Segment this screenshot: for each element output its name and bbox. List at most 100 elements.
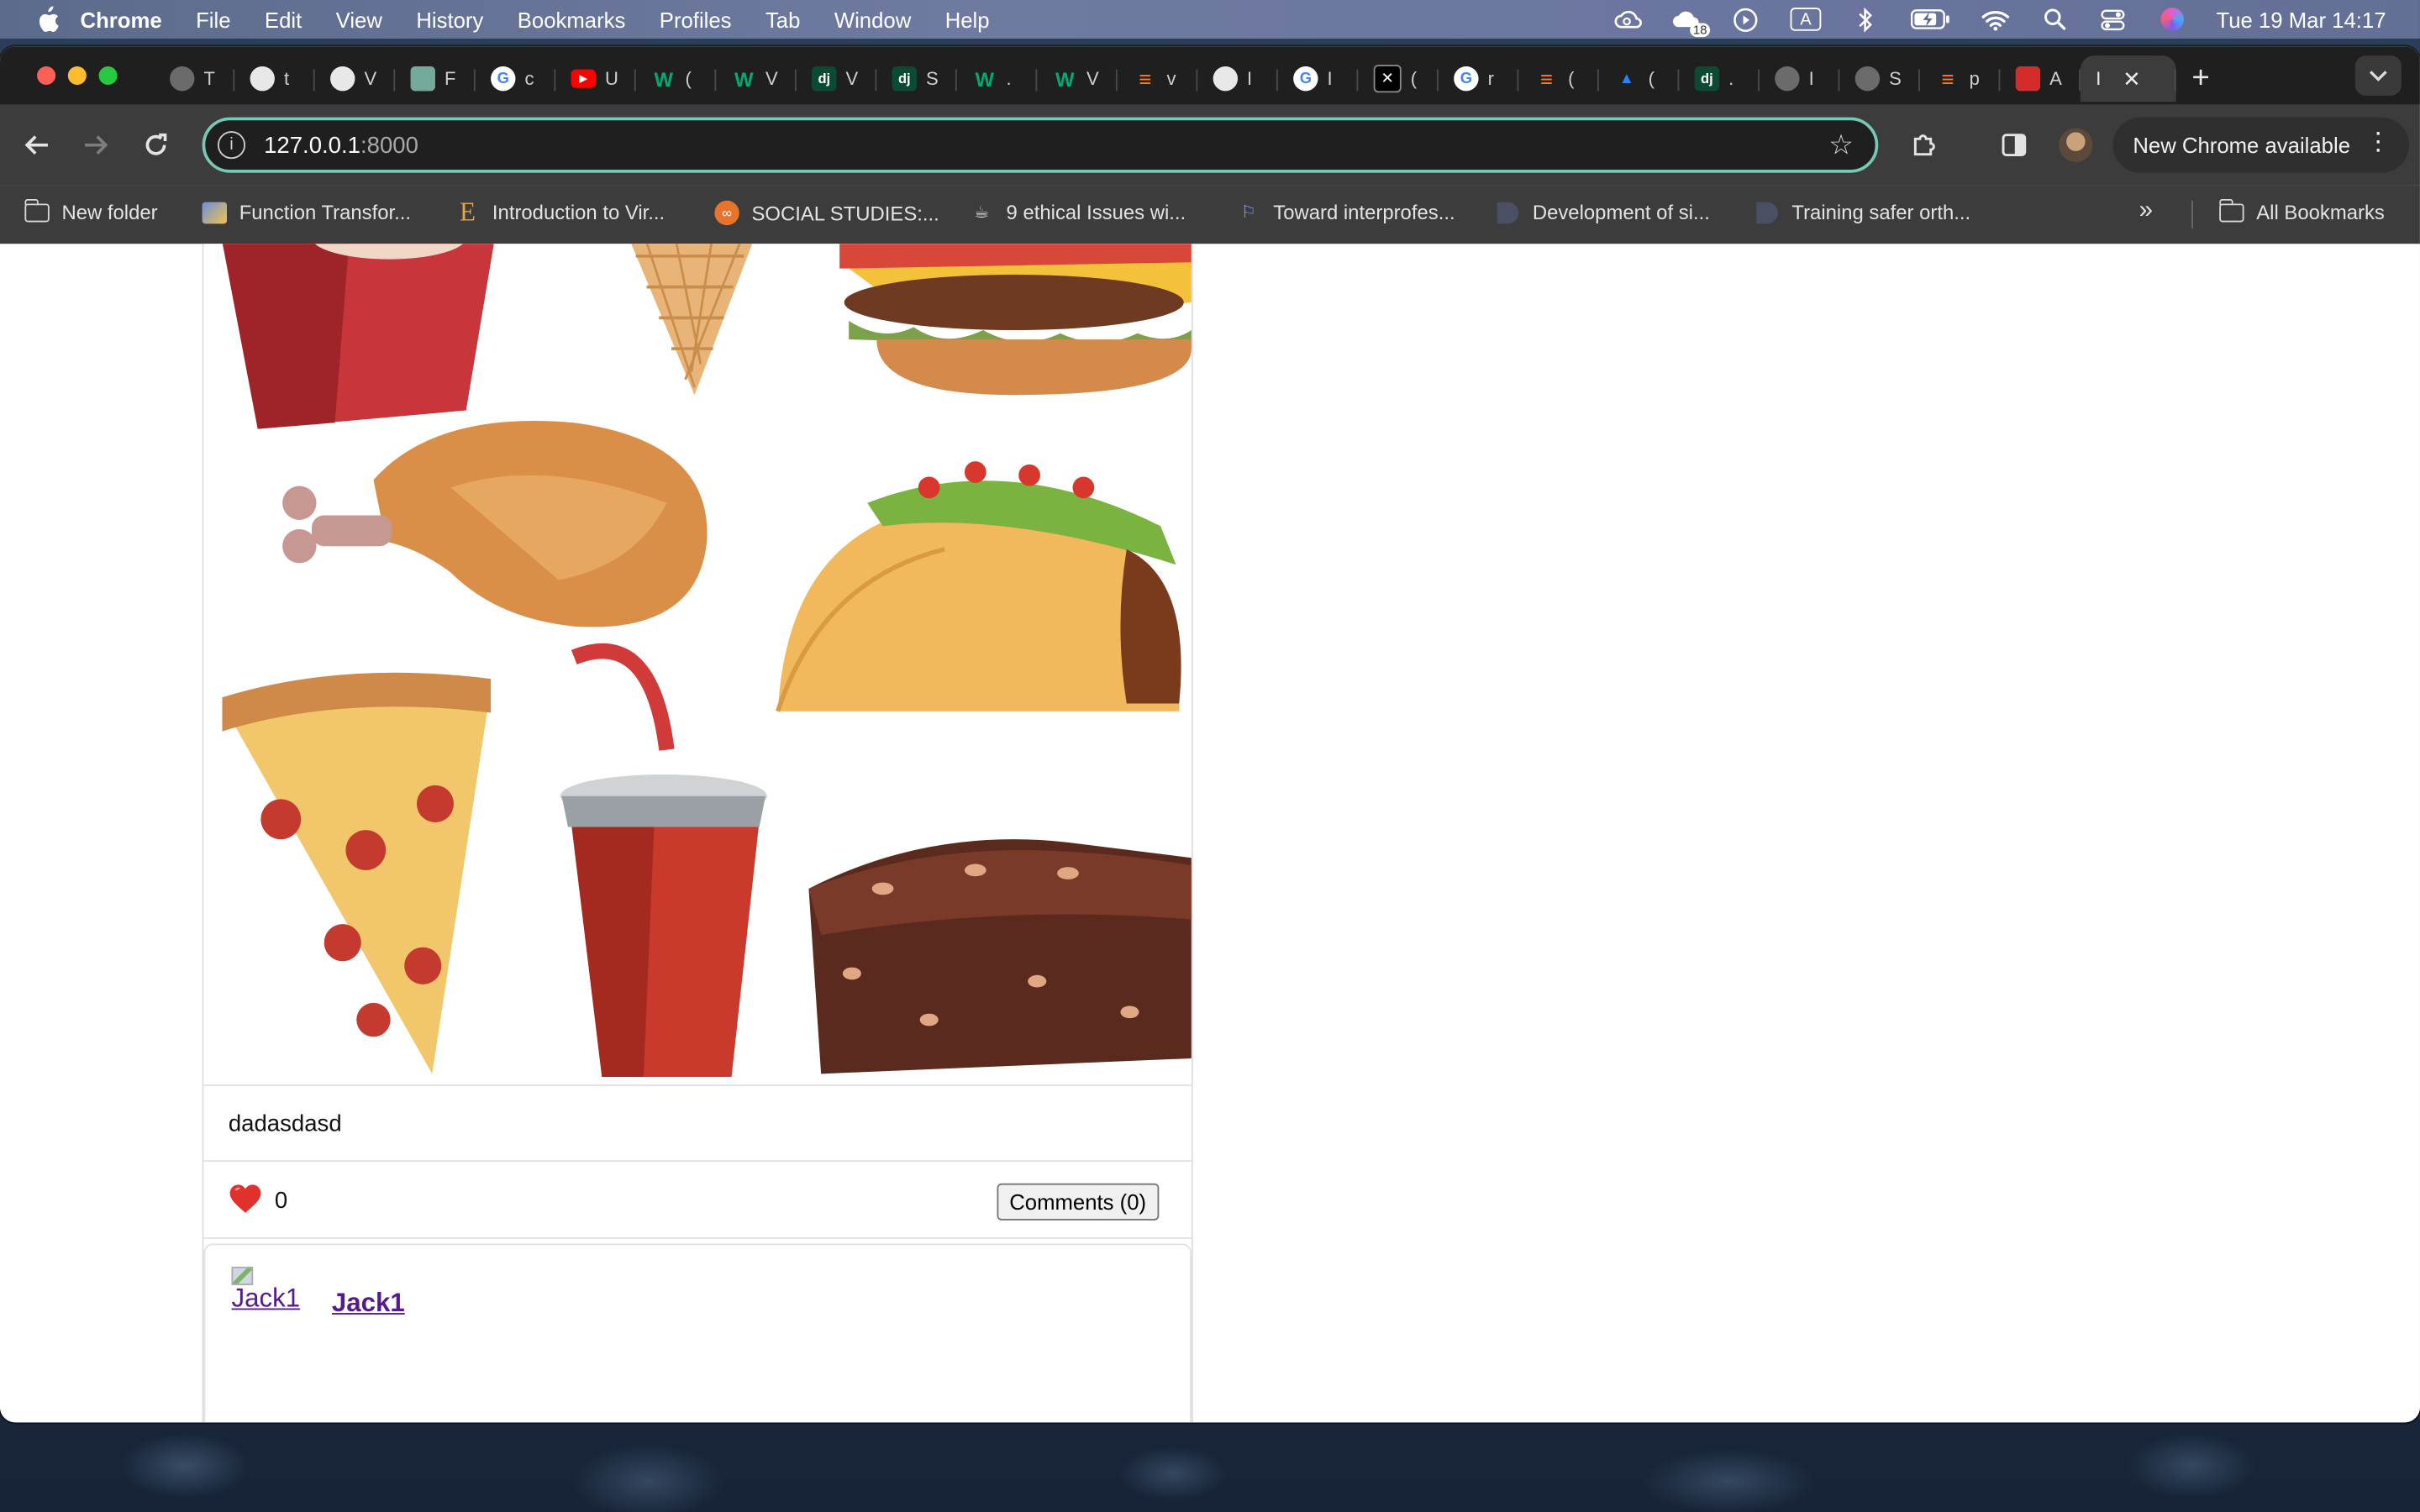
- bookmark-label: SOCIAL STUDIES:...: [751, 201, 939, 225]
- minimize-window-button[interactable]: [67, 66, 87, 86]
- zoom-window-button[interactable]: [98, 66, 118, 86]
- apple-icon[interactable]: [34, 5, 61, 33]
- tab-4[interactable]: Gc: [476, 55, 556, 102]
- orange-circle-icon: ∞: [714, 200, 739, 226]
- tab-22[interactable]: ≡ p: [1920, 55, 2001, 102]
- menu-profiles[interactable]: Profiles: [660, 7, 732, 31]
- tab-7[interactable]: WV: [716, 55, 797, 102]
- menu-app-chrome[interactable]: Chrome: [81, 7, 162, 31]
- menu-view[interactable]: View: [336, 7, 382, 31]
- control-center-icon[interactable]: [2099, 7, 2127, 31]
- tab-11[interactable]: WV: [1037, 55, 1118, 102]
- menu-help[interactable]: Help: [945, 7, 990, 31]
- bookmark-label: Training safer orth...: [1791, 200, 1971, 224]
- extensions-icon[interactable]: [1906, 127, 1943, 164]
- menu-window[interactable]: Window: [834, 7, 911, 31]
- creative-cloud-icon[interactable]: [1614, 7, 1642, 31]
- tab-8[interactable]: dj V: [797, 55, 877, 102]
- more-bookmarks-button[interactable]: »: [2139, 197, 2153, 225]
- reload-button[interactable]: [137, 127, 174, 164]
- tab-5[interactable]: ▶ U: [555, 55, 636, 102]
- tab-23[interactable]: A: [2000, 55, 2081, 102]
- bookmark-item-6[interactable]: Development of si...: [1496, 201, 1710, 223]
- tab-title: (: [1568, 67, 1575, 90]
- bookmark-star-icon[interactable]: ☆: [1828, 129, 1854, 162]
- side-panel-icon[interactable]: [1996, 127, 2033, 164]
- burger-illustration: [839, 244, 1192, 396]
- bookmark-item-7[interactable]: Training safer orth...: [1754, 200, 1971, 224]
- bookmark-item-0[interactable]: New folder: [24, 198, 158, 223]
- bookmark-item-3[interactable]: ∞ SOCIAL STUDIES:...: [714, 200, 939, 226]
- tab-title: T: [203, 67, 215, 90]
- dark-page-icon: [1754, 201, 1779, 223]
- author-name-link[interactable]: Jack1: [332, 1289, 405, 1320]
- author-avatar-alt: Jack1: [231, 1284, 301, 1314]
- bookmark-item-5[interactable]: ⚐ Toward interprofes...: [1236, 201, 1455, 224]
- stackoverflow-icon: ≡: [1139, 66, 1152, 92]
- bookmark-item-2[interactable]: E Introduction to Vir...: [455, 197, 665, 226]
- profile-avatar[interactable]: [2059, 128, 2093, 162]
- tab-16[interactable]: Gr: [1439, 55, 1519, 102]
- menubar-clock[interactable]: Tue 19 Mar 14:17: [2217, 7, 2386, 31]
- menu-edit[interactable]: Edit: [265, 7, 302, 31]
- bookmark-item-1[interactable]: Function Transfor...: [202, 201, 411, 223]
- tab-0[interactable]: T: [155, 55, 235, 102]
- post-card: dadasdasd 0 Comments (0) Jack1 Jack1: [202, 244, 1193, 1423]
- siri-icon[interactable]: [2158, 7, 2186, 31]
- all-bookmarks-button[interactable]: All Bookmarks: [2218, 198, 2385, 223]
- tab-12[interactable]: ≡ v: [1118, 55, 1198, 102]
- play-icon[interactable]: [1732, 7, 1760, 32]
- tab-title: V: [845, 67, 859, 90]
- back-button[interactable]: [18, 127, 55, 164]
- tab-search-button[interactable]: [2354, 55, 2402, 96]
- forward-button[interactable]: [77, 127, 114, 164]
- tab-title: S: [1889, 67, 1902, 90]
- tab-17[interactable]: ≡(: [1518, 55, 1599, 102]
- tab-21[interactable]: S: [1839, 55, 1920, 102]
- bookmark-item-4[interactable]: ☕ 9 ethical Issues wi...: [969, 201, 1186, 224]
- menu-file[interactable]: File: [196, 7, 230, 31]
- tab-title: t: [283, 67, 290, 90]
- address-bar[interactable]: i 127.0.0.1:8000 ☆: [202, 117, 1879, 173]
- spotlight-icon[interactable]: [2040, 7, 2068, 31]
- keyboard-input-icon[interactable]: A: [1790, 8, 1822, 31]
- heart-icon[interactable]: [229, 1184, 262, 1215]
- wifi-icon[interactable]: [1981, 7, 2010, 31]
- tab-3[interactable]: F: [395, 55, 476, 102]
- tab-18[interactable]: ▲(: [1599, 55, 1680, 102]
- globe-icon: [170, 66, 195, 92]
- more-menu-icon[interactable]: ⋮: [2366, 129, 2391, 157]
- tab-title: r: [1487, 67, 1494, 90]
- update-chrome-button[interactable]: New Chrome available ⋮: [2112, 117, 2410, 173]
- battery-icon[interactable]: [1910, 7, 1951, 31]
- close-window-button[interactable]: [37, 66, 56, 86]
- tab-title: (: [1410, 67, 1418, 90]
- tab-title: V: [364, 67, 377, 90]
- tab-9[interactable]: dj S: [876, 55, 957, 102]
- new-tab-button[interactable]: +: [2176, 55, 2226, 102]
- notification-badge-icon[interactable]: 18: [1672, 7, 1711, 37]
- site-info-icon[interactable]: i: [217, 131, 246, 160]
- bluetooth-icon[interactable]: [1852, 7, 1880, 32]
- bookmark-label: 9 ethical Issues wi...: [1006, 200, 1186, 224]
- tab-10[interactable]: W.: [957, 55, 1038, 102]
- tab-1[interactable]: t: [234, 55, 315, 102]
- author-avatar-link[interactable]: Jack1: [231, 1266, 301, 1315]
- menu-tab[interactable]: Tab: [765, 7, 800, 31]
- menu-history[interactable]: History: [416, 7, 483, 31]
- w3schools-icon: W: [1055, 66, 1075, 91]
- chicken-drumstick-illustration: [282, 421, 708, 627]
- tab-14[interactable]: GI: [1278, 55, 1359, 102]
- tab-13[interactable]: I: [1197, 55, 1278, 102]
- atlassian-icon: ▲: [1618, 70, 1634, 87]
- tab-active[interactable]: I ✕: [2080, 55, 2176, 102]
- close-tab-icon[interactable]: ✕: [2123, 66, 2141, 92]
- tab-title: .: [1006, 67, 1012, 90]
- menu-bookmarks[interactable]: Bookmarks: [518, 7, 626, 31]
- tab-19[interactable]: dj.: [1679, 55, 1760, 102]
- tab-6[interactable]: W(: [636, 55, 717, 102]
- tab-20[interactable]: I: [1760, 55, 1840, 102]
- tab-15[interactable]: ✕(: [1358, 55, 1439, 102]
- comments-button[interactable]: Comments (0): [997, 1183, 1159, 1221]
- tab-2[interactable]: V: [315, 55, 396, 102]
